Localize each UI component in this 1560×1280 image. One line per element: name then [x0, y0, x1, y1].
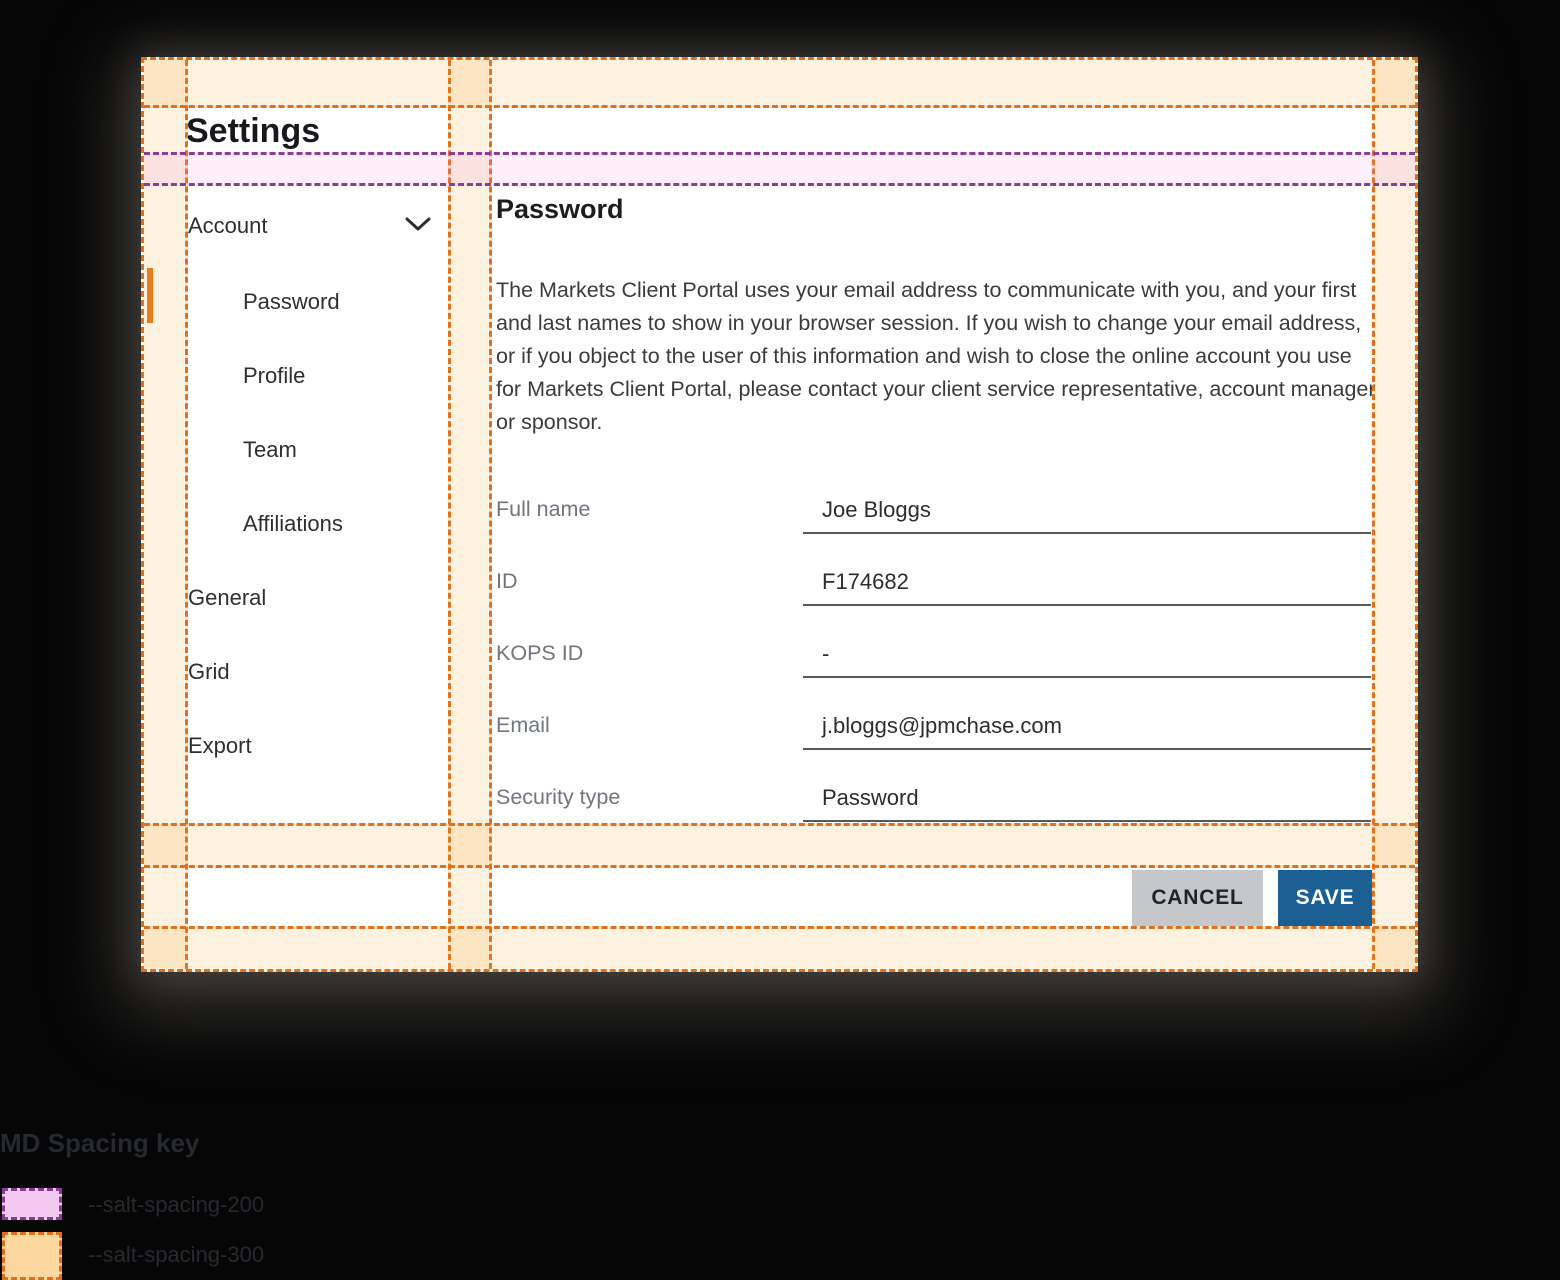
spacing-key-legend: MD Spacing key --salt-spacing-200 --salt… [0, 1128, 199, 1159]
sidebar-item-affiliations[interactable]: Affiliations [243, 510, 343, 540]
field-label-email: Email [496, 713, 550, 738]
sidebar-item-export[interactable]: Export [188, 732, 252, 762]
security-type-field[interactable]: Password [803, 783, 1371, 822]
field-label-full-name: Full name [496, 497, 590, 522]
sidebar-item-password[interactable]: Password [243, 288, 340, 318]
sidebar-item-profile[interactable]: Profile [243, 362, 305, 392]
spacing-guide-band-bottom-2 [144, 926, 1415, 969]
email-field[interactable]: j.bloggs@jpmchase.com [803, 711, 1371, 750]
spacing-guide-column-right [1372, 60, 1415, 969]
sidebar-item-grid[interactable]: Grid [188, 658, 230, 688]
kops-id-field[interactable]: - [803, 639, 1371, 678]
dialog-title: Settings [186, 110, 320, 152]
spacing-guide-column-left [144, 60, 188, 969]
field-label-id: ID [496, 569, 518, 594]
form-field-row: KOPS ID - [496, 639, 1374, 683]
form-field-row: Security type Password [496, 783, 1374, 827]
field-label-kops-id: KOPS ID [496, 641, 583, 666]
chevron-down-icon [405, 216, 431, 232]
sidebar-item-team[interactable]: Team [243, 436, 297, 466]
form-field-row: Email j.bloggs@jpmchase.com [496, 711, 1374, 755]
legend-label-spacing-300: --salt-spacing-300 [88, 1242, 264, 1268]
spacing-guide-band-bottom-1 [144, 823, 1415, 868]
spacing-200-swatch [2, 1188, 62, 1220]
form-field-row: Full name Joe Bloggs [496, 495, 1374, 539]
design-canvas: Settings Account Password Profile Team A… [0, 0, 1560, 1280]
spacing-guide-band-200 [144, 152, 1415, 186]
save-button[interactable]: SAVE [1278, 870, 1372, 926]
legend-title: MD Spacing key [0, 1128, 199, 1159]
sidebar-item-general[interactable]: General [188, 584, 266, 614]
cancel-button[interactable]: CANCEL [1132, 870, 1263, 926]
full-name-field[interactable]: Joe Bloggs [803, 495, 1371, 534]
sidebar-item-account[interactable]: Account [188, 212, 268, 242]
panel-description: The Markets Client Portal uses your emai… [496, 274, 1376, 439]
field-label-security-type: Security type [496, 785, 620, 810]
form-field-row: ID F174682 [496, 567, 1374, 611]
spacing-guide-column-middle [448, 60, 492, 969]
active-item-indicator [147, 268, 153, 323]
settings-dialog: Settings Account Password Profile Team A… [141, 57, 1418, 972]
panel-heading: Password [496, 192, 624, 226]
id-field[interactable]: F174682 [803, 567, 1371, 606]
spacing-guide-band-top [144, 60, 1415, 108]
legend-label-spacing-200: --salt-spacing-200 [88, 1192, 264, 1218]
spacing-300-swatch [2, 1232, 62, 1280]
